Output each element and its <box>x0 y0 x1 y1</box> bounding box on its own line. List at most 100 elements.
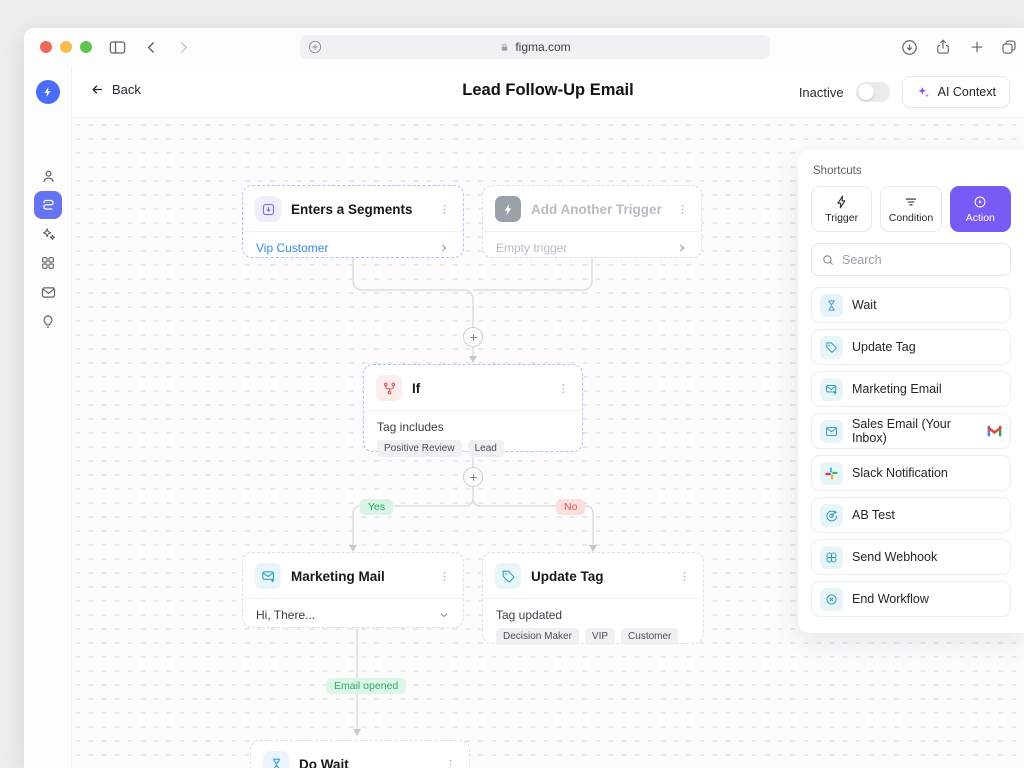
tag-chip: VIP <box>585 628 615 645</box>
sparkles-icon <box>916 85 931 100</box>
downloads-icon[interactable] <box>898 36 920 58</box>
app-logo <box>36 80 60 104</box>
slack-icon <box>820 462 843 485</box>
node-marketing-mail[interactable]: Marketing Mail Hi, There... <box>242 552 464 628</box>
segment-enter-icon <box>255 196 281 222</box>
action-item-ab-test[interactable]: AB Test <box>811 497 1011 533</box>
end-circle-icon <box>820 588 843 611</box>
node-menu-icon[interactable] <box>678 570 691 583</box>
node-add-trigger[interactable]: Add Another Trigger Empty trigger <box>482 185 702 258</box>
ai-context-label: AI Context <box>938 85 996 99</box>
chevron-right-icon[interactable] <box>438 242 450 254</box>
node-menu-icon[interactable] <box>444 758 457 768</box>
shortcut-label: Action <box>966 212 995 224</box>
sidebar-toggle-icon[interactable] <box>106 36 128 58</box>
shortcut-buttons: Trigger Condition Action <box>811 186 1011 232</box>
envelope-icon <box>820 420 843 443</box>
ab-test-icon <box>820 504 843 527</box>
search-icon <box>821 253 835 267</box>
node-menu-icon[interactable] <box>438 570 451 583</box>
ai-context-button[interactable]: AI Context <box>902 76 1010 108</box>
node-menu-icon[interactable] <box>676 203 689 216</box>
action-item-marketing-email[interactable]: Marketing Email <box>811 371 1011 407</box>
add-step-button[interactable] <box>463 327 483 347</box>
sidebar-item-contacts[interactable] <box>34 162 62 190</box>
condition-label: Tag updated <box>496 608 690 622</box>
edge-label-no: No <box>556 499 585 515</box>
share-icon[interactable] <box>932 36 954 58</box>
node-do-wait[interactable]: Do Wait <box>250 740 470 768</box>
tag-chip: Positive Review <box>377 440 462 457</box>
action-item-send-webhook[interactable]: Send Webhook <box>811 539 1011 575</box>
action-item-end-workflow[interactable]: End Workflow <box>811 581 1011 617</box>
sidebar-item-apps[interactable] <box>34 249 62 277</box>
shortcut-label: Condition <box>889 212 933 224</box>
search-box[interactable] <box>811 243 1011 276</box>
node-if[interactable]: If Tag includes Positive Review Lead <box>363 364 583 452</box>
webhook-icon <box>820 546 843 569</box>
address-bar[interactable]: figma.com <box>300 35 770 59</box>
node-title: Do Wait <box>299 757 434 768</box>
action-item-label: Wait <box>852 298 1002 312</box>
filter-icon <box>904 195 918 209</box>
close-window-button[interactable] <box>40 41 52 53</box>
envelope-up-icon <box>255 563 281 589</box>
sidebar-item-workflows[interactable] <box>34 191 62 219</box>
sidebar-item-email[interactable] <box>34 278 62 306</box>
chevron-right-icon[interactable] <box>676 242 688 254</box>
edge-label-yes: Yes <box>360 499 393 515</box>
tag-chip: Decision Maker <box>496 628 579 645</box>
shortcut-trigger-button[interactable]: Trigger <box>811 186 872 232</box>
app-sidebar <box>24 66 72 768</box>
node-title: Update Tag <box>531 569 668 584</box>
gmail-icon <box>987 425 1002 437</box>
sidebar-item-automations[interactable] <box>34 220 62 248</box>
node-title: If <box>412 381 547 396</box>
action-item-slack[interactable]: Slack Notification <box>811 455 1011 491</box>
node-menu-icon[interactable] <box>438 203 451 216</box>
node-title: Enters a Segments <box>291 202 428 217</box>
shortcut-action-button[interactable]: Action <box>950 186 1011 232</box>
tab-overview-icon[interactable] <box>998 36 1020 58</box>
node-value[interactable]: Empty trigger <box>496 241 676 255</box>
branch-icon <box>376 375 402 401</box>
minimize-window-button[interactable] <box>60 41 72 53</box>
node-menu-icon[interactable] <box>557 382 570 395</box>
add-step-button[interactable] <box>463 467 483 487</box>
node-enters-segment[interactable]: Enters a Segments Vip Customer <box>242 185 464 258</box>
envelope-up-icon <box>820 378 843 401</box>
zoom-window-button[interactable] <box>80 41 92 53</box>
actions-panel: Shortcuts Trigger Condition <box>798 150 1024 633</box>
condition-label: Tag includes <box>377 420 569 434</box>
search-input[interactable] <box>842 253 1003 267</box>
action-item-label: Sales Email (Your Inbox) <box>852 417 978 445</box>
lightning-icon <box>495 196 521 222</box>
node-title: Add Another Trigger <box>531 202 666 217</box>
tag-chip: Lead <box>468 440 504 457</box>
node-value[interactable]: Vip Customer <box>256 241 438 255</box>
sidebar-item-ideas[interactable] <box>34 308 62 336</box>
action-item-update-tag[interactable]: Update Tag <box>811 329 1011 365</box>
status-label: Inactive <box>799 85 844 100</box>
new-tab-icon[interactable] <box>966 36 988 58</box>
node-value[interactable]: Hi, There... <box>256 608 438 622</box>
play-circle-icon <box>973 195 987 209</box>
action-item-label: Slack Notification <box>852 466 1002 480</box>
action-item-label: Send Webhook <box>852 550 1002 564</box>
node-title: Marketing Mail <box>291 569 428 584</box>
chevron-down-icon[interactable] <box>438 609 450 621</box>
screen: figma.com <box>0 0 1024 768</box>
browser-window: figma.com <box>24 28 1024 768</box>
shortcut-condition-button[interactable]: Condition <box>880 186 941 232</box>
active-toggle[interactable] <box>856 82 890 102</box>
action-item-sales-email[interactable]: Sales Email (Your Inbox) <box>811 413 1011 449</box>
action-item-wait[interactable]: Wait <box>811 287 1011 323</box>
back-nav-icon[interactable] <box>140 36 162 58</box>
edge-label-email-opened: Email opened <box>326 678 406 694</box>
forward-nav-icon[interactable] <box>172 36 194 58</box>
app-header: Back Lead Follow-Up Email Inactive AI Co… <box>72 66 1024 118</box>
shortcut-label: Trigger <box>825 212 858 224</box>
node-update-tag[interactable]: Update Tag Tag updated Decision Maker VI… <box>482 552 704 644</box>
page-actions-icon[interactable] <box>307 39 323 55</box>
toggle-knob <box>858 84 874 100</box>
